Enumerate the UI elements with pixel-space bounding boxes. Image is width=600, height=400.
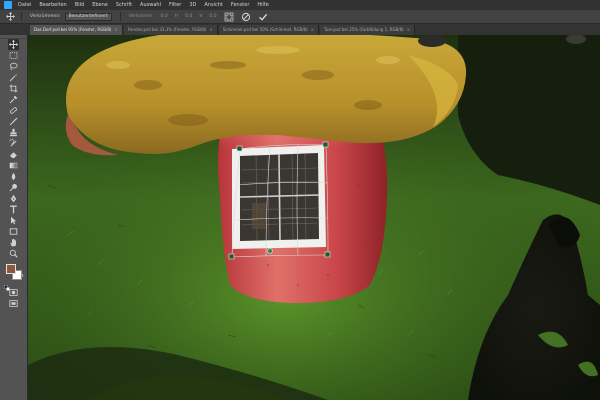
menu-fenster[interactable]: Fenster <box>231 0 250 10</box>
menu-datei[interactable]: Datei <box>18 0 31 10</box>
commit-transform-icon[interactable] <box>258 11 269 22</box>
close-icon[interactable]: × <box>311 25 314 35</box>
canvas-image <box>28 35 600 400</box>
eyedropper-icon[interactable] <box>8 94 19 105</box>
options-bar: Verkrümmen: Benutzerdefiniert Verkrümm. … <box>0 10 600 24</box>
menu-schrift[interactable]: Schrift <box>116 0 132 10</box>
screen-mode-icon[interactable] <box>8 298 19 309</box>
pen-icon[interactable] <box>8 193 19 204</box>
options-separator <box>21 12 22 21</box>
tab-label: Schimmel.psd bei 50% (Schimmel, RGB/8) <box>222 27 308 32</box>
menu-hilfe[interactable]: Hilfe <box>257 0 268 10</box>
close-icon[interactable]: × <box>114 25 117 35</box>
rectangle-icon[interactable] <box>8 226 19 237</box>
color-swatches <box>0 263 27 291</box>
foreground-color-swatch[interactable] <box>6 264 16 274</box>
warp-mode-select[interactable]: Benutzerdefiniert <box>64 12 112 21</box>
bend-label: Verkrümm. <box>128 14 154 19</box>
horizontal-value[interactable]: 0,0 <box>185 14 192 19</box>
photoshop-logo-icon <box>4 1 12 9</box>
move-icon[interactable] <box>8 39 19 50</box>
eraser-icon[interactable] <box>8 149 19 160</box>
document-tab-bar: Das Dorf.psd bei 91% (Fenster, RGB/8) × … <box>0 24 600 35</box>
magic-wand-icon[interactable] <box>8 72 19 83</box>
marquee-icon[interactable] <box>8 50 19 61</box>
hand-icon[interactable] <box>8 237 19 248</box>
dodge-icon[interactable] <box>8 182 19 193</box>
menu-filter[interactable]: Filter <box>169 0 181 10</box>
warp-toggle-icon[interactable] <box>224 11 235 22</box>
tab-fenster[interactable]: Fenster.psd bei 33,3% (Fenster, RGB/8) × <box>123 25 218 35</box>
menu-3d[interactable]: 3D <box>189 0 196 10</box>
blur-icon[interactable] <box>8 171 19 182</box>
type-icon[interactable] <box>8 204 19 215</box>
clone-stamp-icon[interactable] <box>8 127 19 138</box>
tab-label: Tuer.psd bei 25% (Farbfüllung 1, RGB/8) <box>324 27 404 32</box>
vertical-value[interactable]: 0,0 <box>209 14 216 19</box>
history-brush-icon[interactable] <box>8 138 19 149</box>
menu-bearbeiten[interactable]: Bearbeiten <box>39 0 66 10</box>
tab-tuer[interactable]: Tuer.psd bei 25% (Farbfüllung 1, RGB/8) … <box>320 25 416 35</box>
tools-panel <box>0 35 28 400</box>
brush-icon[interactable] <box>8 116 19 127</box>
tab-label: Fenster.psd bei 33,3% (Fenster, RGB/8) <box>127 27 207 32</box>
move-transform-icon[interactable] <box>6 12 15 21</box>
tab-label: Das Dorf.psd bei 91% (Fenster, RGB/8) <box>34 27 112 32</box>
menu-bild[interactable]: Bild <box>75 0 84 10</box>
document-canvas[interactable] <box>28 35 600 400</box>
menu-ansicht[interactable]: Ansicht <box>204 0 222 10</box>
lasso-icon[interactable] <box>8 61 19 72</box>
tab-das-dorf[interactable]: Das Dorf.psd bei 91% (Fenster, RGB/8) × <box>30 25 123 35</box>
vertical-label: V <box>199 14 203 19</box>
horizontal-label: H <box>174 14 179 19</box>
tab-schimmel[interactable]: Schimmel.psd bei 50% (Schimmel, RGB/8) × <box>218 25 320 35</box>
gradient-icon[interactable] <box>8 160 19 171</box>
close-icon[interactable]: × <box>209 25 212 35</box>
close-icon[interactable]: × <box>407 25 410 35</box>
warp-mode-label: Verkrümmen: <box>30 14 61 19</box>
bend-value[interactable]: 0,0 <box>161 14 168 19</box>
menu-auswahl[interactable]: Auswahl <box>140 0 161 10</box>
path-selection-icon[interactable] <box>8 215 19 226</box>
healing-brush-icon[interactable] <box>8 105 19 116</box>
menu-ebene[interactable]: Ebene <box>92 0 108 10</box>
cancel-transform-icon[interactable] <box>241 11 252 22</box>
menu-bar: Datei Bearbeiten Bild Ebene Schrift Ausw… <box>0 0 600 10</box>
zoom-icon[interactable] <box>8 248 19 259</box>
options-separator <box>119 12 121 21</box>
crop-icon[interactable] <box>8 83 19 94</box>
default-colors-icon[interactable] <box>4 276 10 295</box>
